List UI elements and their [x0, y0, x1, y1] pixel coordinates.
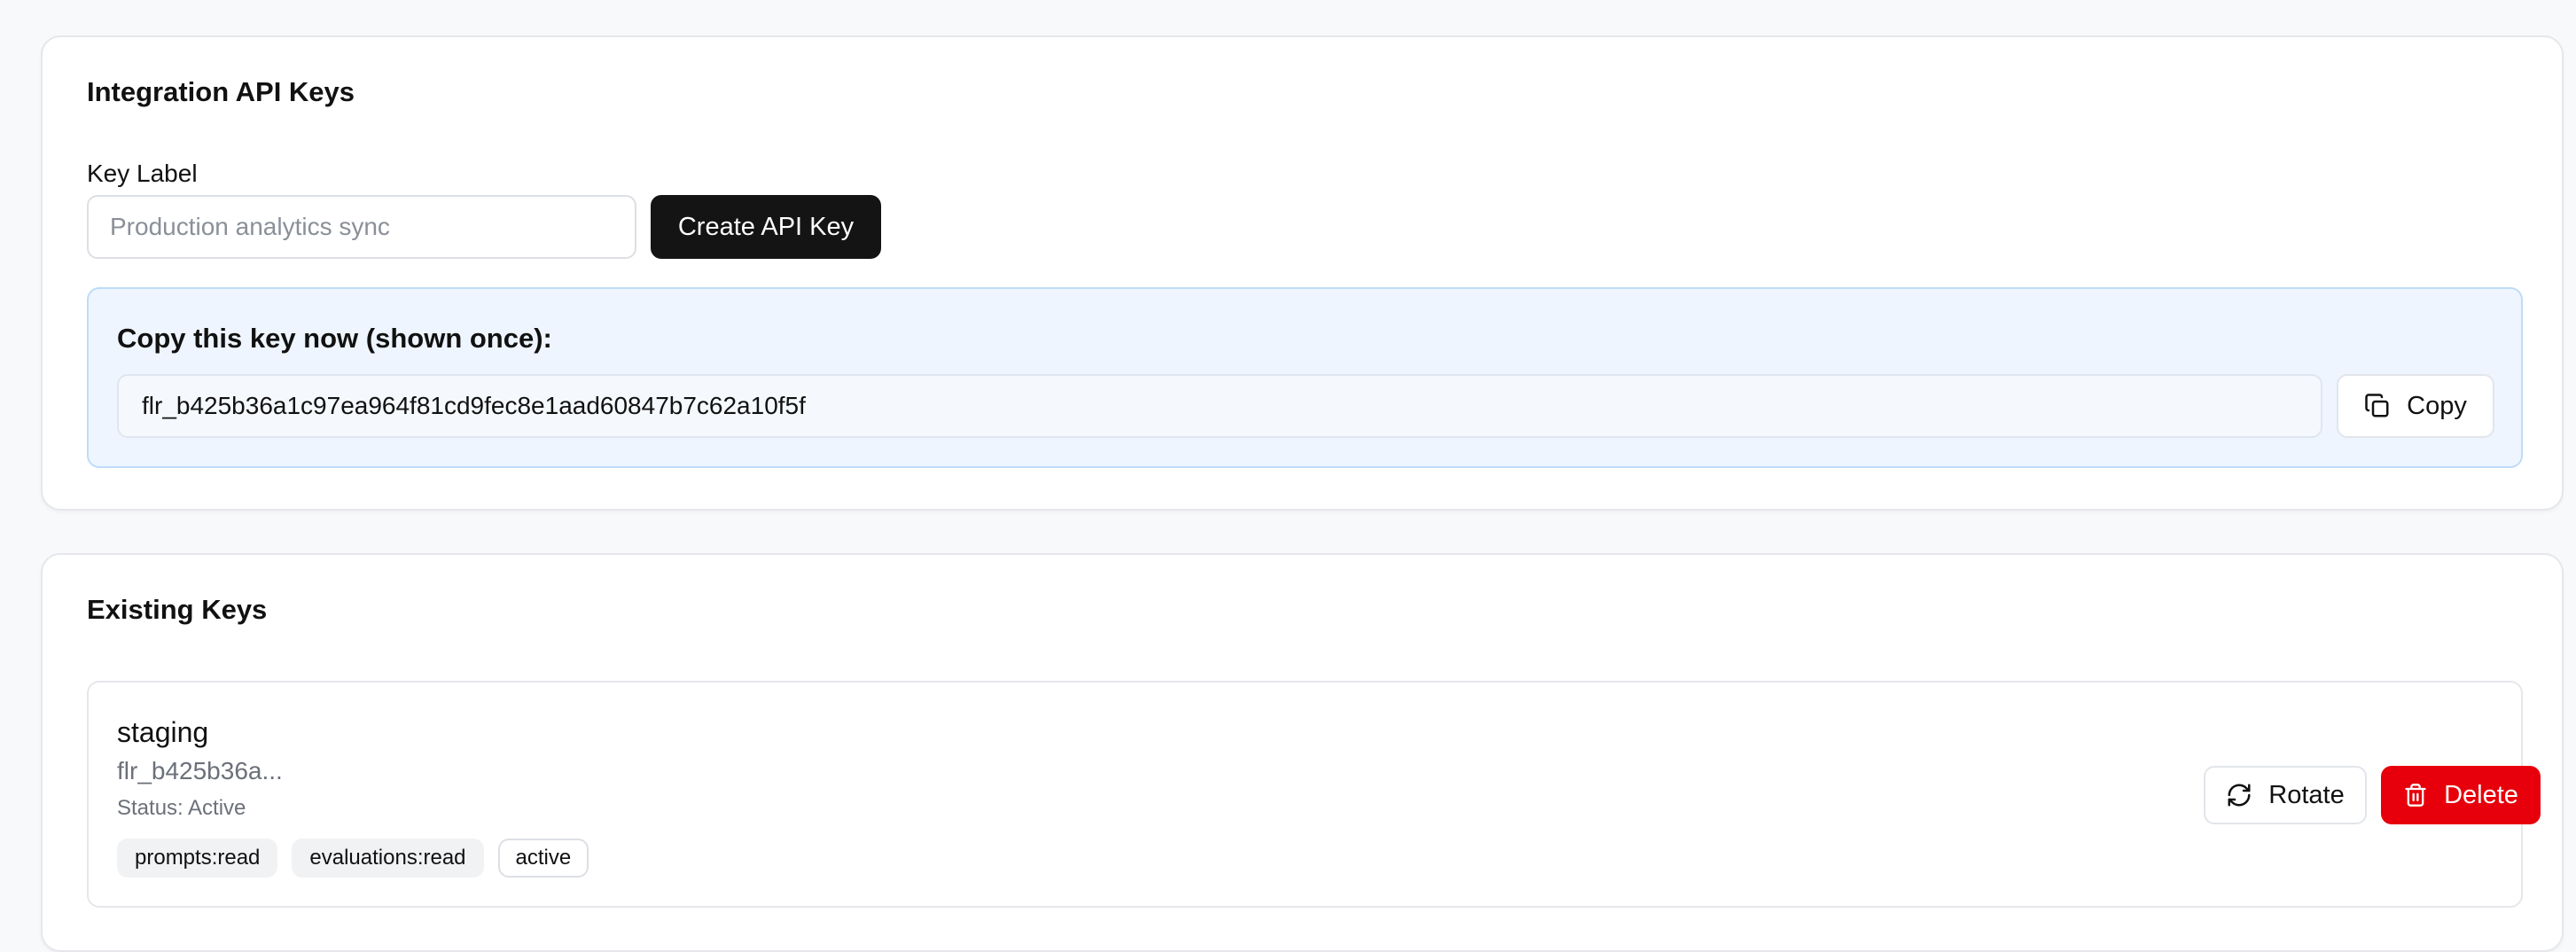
create-key-title: Integration API Keys — [87, 76, 355, 107]
key-prefix: flr_b425b36a... — [117, 757, 283, 784]
refresh-icon — [2226, 782, 2252, 808]
key-label-label: Key Label — [87, 160, 198, 187]
new-key-panel: Copy this key now (shown once): flr_b425… — [87, 287, 2523, 468]
new-key-title: Copy this key now (shown once): — [117, 323, 552, 354]
scope-badge: prompts:read — [117, 839, 278, 878]
key-scopes: prompts:read evaluations:read active — [117, 839, 589, 878]
existing-keys-title: Existing Keys — [87, 594, 268, 625]
rotate-key-button[interactable]: Rotate — [2204, 766, 2367, 824]
delete-button-label: Delete — [2444, 780, 2518, 809]
existing-keys-card: Existing Keys staging flr_b425b36a... St… — [41, 553, 2564, 952]
scope-badge: evaluations:read — [292, 839, 484, 878]
list-item: staging flr_b425b36a... Status: Active p… — [87, 681, 2541, 908]
copy-button-label: Copy — [2407, 391, 2467, 420]
copy-key-button[interactable]: Copy — [2337, 374, 2494, 438]
trash-icon — [2403, 782, 2428, 808]
create-api-key-button[interactable]: Create API Key — [651, 195, 881, 259]
delete-key-button[interactable]: Delete — [2381, 766, 2541, 824]
key-name: staging — [117, 716, 209, 748]
key-label-input[interactable] — [87, 195, 636, 259]
create-key-card: Integration API Keys Key Label Create AP… — [41, 35, 2564, 511]
new-key-value[interactable]: flr_b425b36a1c97ea964f81cd9fec8e1aad6084… — [117, 374, 2322, 438]
rotate-button-label: Rotate — [2268, 780, 2345, 809]
copy-icon — [2364, 393, 2391, 419]
key-status: Status: Active — [117, 796, 246, 820]
status-badge: active — [497, 839, 589, 878]
